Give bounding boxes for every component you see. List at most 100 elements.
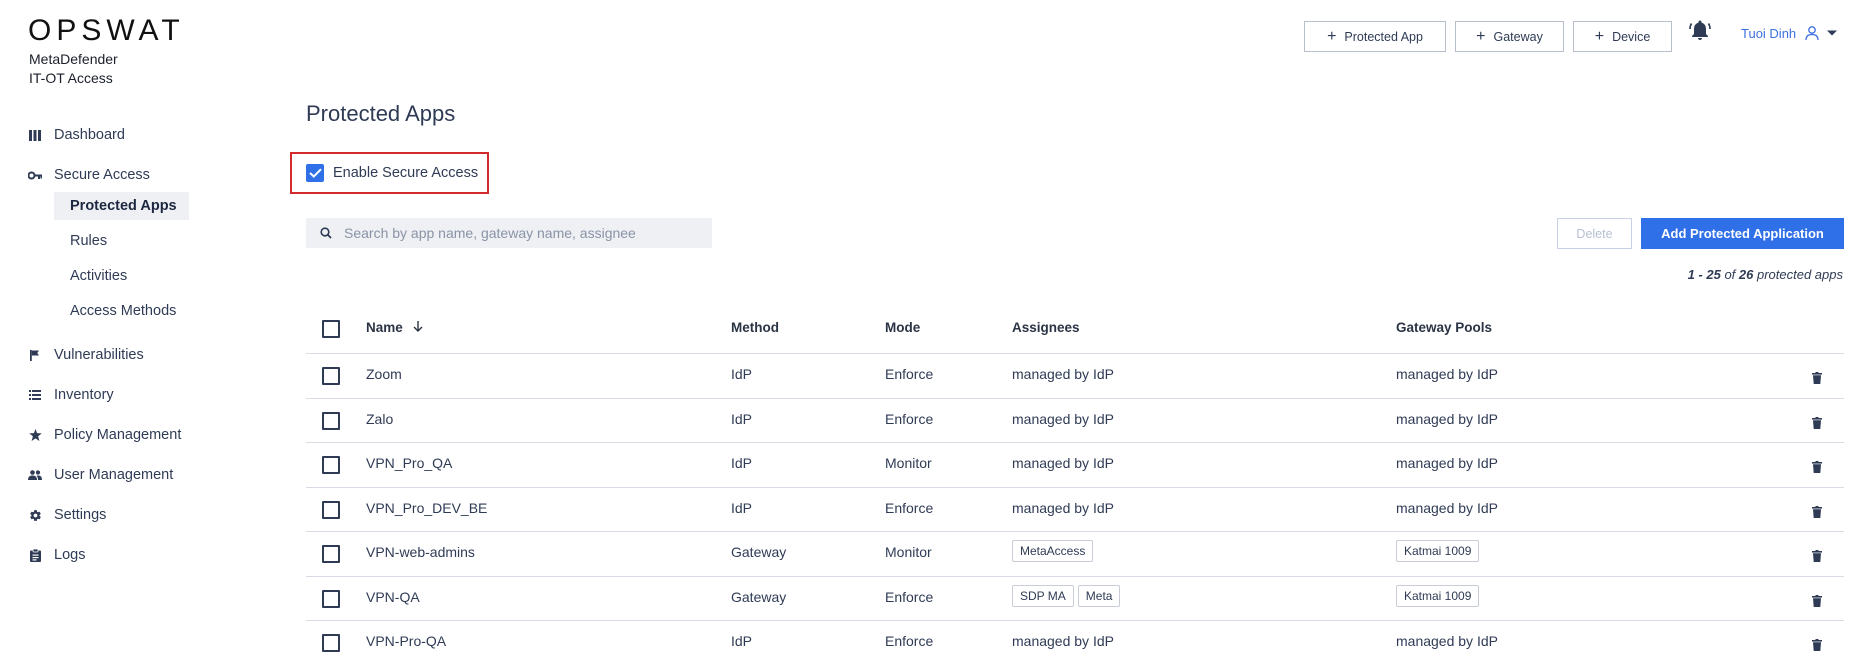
sidebar-item-user-management[interactable]: User Management (28, 465, 173, 485)
app-assignees: MetaAccess (1012, 540, 1097, 562)
star-icon (28, 428, 42, 442)
column-header-name[interactable]: Name (366, 320, 423, 335)
gateway-pool-text: managed by IdP (1396, 499, 1498, 516)
row-checkbox[interactable] (322, 589, 340, 608)
results-count: 1 - 25 of 26 protected apps (1688, 267, 1843, 282)
dashboard-icon (28, 128, 42, 142)
gateway-pool-text: managed by IdP (1396, 633, 1498, 649)
app-mode: Enforce (885, 410, 934, 427)
sidebar-subitem-access-methods[interactable]: Access Methods (54, 297, 176, 325)
gateway-pool-text: managed by IdP (1396, 455, 1498, 471)
app-method: IdP (731, 455, 753, 471)
gateway-pool-tag: Katmai 1009 (1396, 540, 1480, 562)
assignee-text: managed by IdP (1012, 455, 1114, 471)
app-name[interactable]: Zalo (366, 411, 393, 427)
assignee-text: managed by IdP (1012, 499, 1114, 516)
app-name[interactable]: VPN-web-admins (366, 544, 475, 560)
list-icon (28, 388, 42, 402)
table-row[interactable]: VPN-QA Gateway Enforce SDP MA Meta Katmai 100… (306, 577, 1844, 621)
product-name: MetaDefender IT-OT Access (29, 50, 118, 88)
row-checkbox[interactable] (322, 367, 340, 385)
table-row[interactable]: Zalo IdP Enforce managed by IdP managed by I… (306, 399, 1844, 443)
app-mode: Enforce (885, 633, 934, 649)
gateway-pool-tag: Katmai 1009 (1396, 584, 1480, 607)
sidebar-item-label: Vulnerabilities (54, 347, 144, 363)
sidebar-item-vulnerabilities[interactable]: Vulnerabilities (28, 345, 144, 365)
app-mode: Monitor (885, 544, 932, 560)
app-mode: Enforce (885, 499, 934, 516)
sidebar: OPSWAT MetaDefender IT-OT Access Dashboa… (0, 0, 230, 663)
count-range: 1 - 25 (1687, 267, 1721, 282)
assignee-tag: Meta (1077, 584, 1121, 607)
trash-icon[interactable] (1812, 505, 1822, 522)
app-name[interactable]: VPN-QA (366, 589, 420, 605)
sidebar-item-dashboard[interactable]: Dashboard (28, 125, 125, 145)
user-menu[interactable]: Tuoi Dinh (1741, 25, 1838, 41)
table-body: Zoom IdP Enforce managed by IdP managed by I… (306, 354, 1844, 663)
trash-icon[interactable] (1812, 461, 1822, 477)
app-gateway-pools: Katmai 1009 (1396, 540, 1483, 562)
sidebar-item-inventory[interactable]: Inventory (28, 385, 114, 405)
sidebar-item-policy-management[interactable]: Policy Management (28, 425, 181, 445)
row-checkbox[interactable] (322, 456, 340, 474)
add-protected-application-button[interactable]: Add Protected Application (1641, 218, 1844, 249)
table-row[interactable]: VPN-Pro-QA IdP Enforce managed by IdP manage… (306, 621, 1844, 663)
app-name[interactable]: Zoom (366, 366, 402, 382)
app-assignees: managed by IdP (1012, 411, 1114, 427)
sidebar-subitem-rules[interactable]: Rules (54, 227, 107, 255)
assignee-tag: MetaAccess (1012, 540, 1094, 562)
app-method: IdP (731, 633, 753, 649)
sidebar-subitem-activities[interactable]: Activities (54, 262, 127, 290)
row-checkbox[interactable] (322, 545, 340, 563)
trash-icon[interactable] (1812, 639, 1822, 655)
gateway-pool-text: managed by IdP (1396, 410, 1498, 427)
sidebar-item-logs[interactable]: Logs (28, 545, 85, 565)
app-name[interactable]: VPN_Pro_DEV_BE (366, 500, 487, 516)
trash-icon[interactable] (1812, 416, 1822, 433)
app-method: IdP (731, 366, 753, 382)
protected-apps-table: Name Method Mode Assignees Gateway Pools… (306, 304, 1844, 663)
sidebar-item-label: Dashboard (54, 127, 125, 143)
row-checkbox[interactable] (322, 411, 340, 430)
column-header-assignees: Assignees (1012, 320, 1080, 335)
notifications-bell-icon[interactable] (1688, 18, 1712, 42)
table-row[interactable]: VPN-web-admins Gateway Monitor MetaAccess Ka… (306, 532, 1844, 577)
row-checkbox[interactable] (322, 634, 340, 652)
users-icon (28, 468, 42, 482)
assignee-text: managed by IdP (1012, 410, 1114, 427)
delete-button[interactable]: Delete (1557, 218, 1632, 249)
top-button-label: Protected App (1344, 29, 1423, 44)
app-gateway-pools: Katmai 1009 (1396, 584, 1483, 607)
trash-icon[interactable] (1812, 594, 1822, 611)
sidebar-item-secure-access[interactable]: Secure Access (28, 165, 150, 185)
app-name[interactable]: VPN_Pro_QA (366, 455, 452, 471)
gateway-pool-text: managed by IdP (1396, 366, 1498, 382)
app-method: IdP (731, 499, 753, 516)
app-gateway-pools: managed by IdP (1396, 633, 1498, 649)
add-gateway-top-button[interactable]: + Gateway (1455, 21, 1564, 52)
select-all-checkbox[interactable] (322, 320, 340, 338)
enable-secure-access-checkbox[interactable] (306, 164, 324, 182)
table-row[interactable]: Zoom IdP Enforce managed by IdP managed by I… (306, 354, 1844, 399)
sidebar-subitem-protected-apps[interactable]: Protected Apps (54, 192, 189, 220)
trash-icon[interactable] (1812, 550, 1822, 566)
app-assignees: managed by IdP (1012, 455, 1114, 471)
gear-icon (28, 508, 42, 522)
row-checkbox[interactable] (322, 500, 340, 519)
app-method: Gateway (731, 588, 787, 605)
add-protected-app-top-button[interactable]: + Protected App (1304, 21, 1446, 52)
app-gateway-pools: managed by IdP (1396, 500, 1498, 516)
table-row[interactable]: VPN_Pro_QA IdP Monitor managed by IdP manage… (306, 443, 1844, 488)
sidebar-item-settings[interactable]: Settings (28, 505, 106, 525)
add-device-top-button[interactable]: + Device (1573, 21, 1672, 52)
top-button-label: Device (1612, 29, 1651, 44)
enable-secure-access-label: Enable Secure Access (333, 165, 479, 181)
user-icon (1805, 26, 1819, 41)
count-suffix: protected apps (1753, 267, 1843, 282)
search-input[interactable] (344, 225, 704, 241)
app-name[interactable]: VPN-Pro-QA (366, 633, 446, 649)
checkmark-icon (308, 168, 322, 178)
trash-icon[interactable] (1812, 372, 1822, 388)
app-gateway-pools: managed by IdP (1396, 366, 1498, 382)
table-row[interactable]: VPN_Pro_DEV_BE IdP Enforce managed by IdP ma… (306, 488, 1844, 532)
